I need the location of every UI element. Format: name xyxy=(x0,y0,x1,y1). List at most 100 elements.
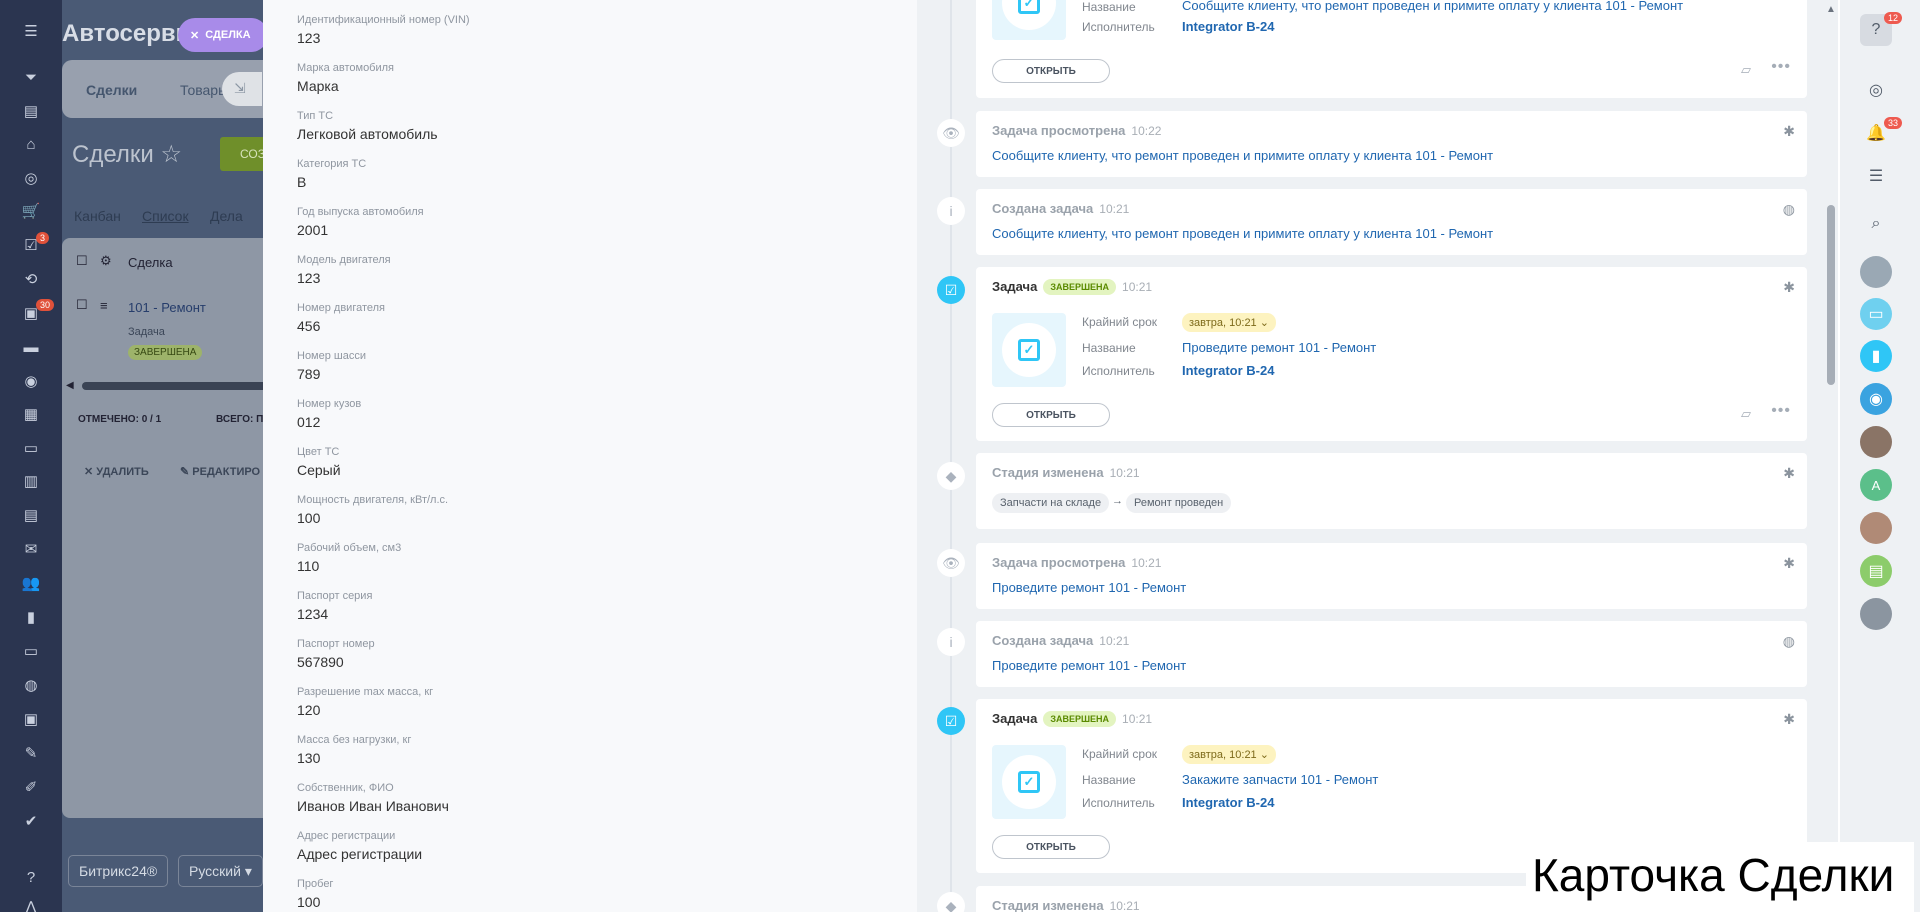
field-value[interactable]: Иванов Иван Иванович xyxy=(297,798,449,814)
field-value[interactable]: 123 xyxy=(297,270,391,286)
field-value[interactable]: 789 xyxy=(297,366,366,382)
messages-icon[interactable]: ▬ xyxy=(20,336,42,358)
field-value[interactable]: Марка xyxy=(297,78,394,94)
board-icon[interactable]: ▥ xyxy=(20,470,42,492)
horizontal-scrollbar[interactable] xyxy=(82,382,272,390)
pen-icon[interactable]: ✐ xyxy=(20,776,42,798)
analytics-icon[interactable]: ▮ xyxy=(20,606,42,628)
executor-link[interactable]: Integrator B-24 xyxy=(1182,795,1274,810)
scroll-left-icon[interactable]: ◀ xyxy=(66,380,74,391)
deal-field: Модель двигателя 123 xyxy=(297,254,391,286)
scroll-up-icon[interactable]: ▲ xyxy=(1826,4,1836,15)
feed-icon[interactable]: ▤ xyxy=(20,100,42,122)
avatar[interactable] xyxy=(1860,598,1892,630)
task-check-icon: ✓ xyxy=(1018,339,1040,361)
mail-icon[interactable]: ✉ xyxy=(20,538,42,560)
bot-icon[interactable]: ◉ xyxy=(1860,383,1892,415)
select-all-checkbox[interactable]: ☐ xyxy=(76,253,88,269)
help-icon[interactable]: ? xyxy=(20,866,42,888)
deadline-badge[interactable]: завтра, 10:21 ⌄ xyxy=(1182,745,1276,764)
deal-link[interactable]: 101 - Ремонт xyxy=(128,300,206,315)
copilot-icon[interactable]: ◎ xyxy=(1860,74,1892,106)
check-circle-icon[interactable]: ✔ xyxy=(20,810,42,832)
settings-icon[interactable]: ⚙ xyxy=(100,253,112,269)
view-list[interactable]: Список xyxy=(142,208,189,224)
star-icon[interactable]: ☆ xyxy=(160,141,182,168)
avatar[interactable] xyxy=(1860,256,1892,288)
task-name-link[interactable]: Проведите ремонт 101 - Ремонт xyxy=(1182,340,1376,355)
avatar[interactable]: A xyxy=(1860,469,1892,501)
field-value[interactable]: 123 xyxy=(297,30,470,46)
docs-icon[interactable]: ▭ xyxy=(20,437,42,459)
note-icon[interactable]: ▱ xyxy=(1741,62,1751,78)
bitrix-logo[interactable]: Битрикс24® xyxy=(68,855,169,887)
scrollbar-thumb[interactable] xyxy=(1827,205,1835,385)
field-value[interactable]: 1234 xyxy=(297,606,372,622)
executor-link[interactable]: Integrator B-24 xyxy=(1182,363,1274,378)
field-value[interactable]: В xyxy=(297,174,366,190)
more-icon[interactable]: ••• xyxy=(1771,58,1791,76)
task-link[interactable]: Сообщите клиенту, что ремонт проведен и … xyxy=(992,226,1493,241)
field-value[interactable]: 456 xyxy=(297,318,385,334)
avatar[interactable] xyxy=(1860,512,1892,544)
open-button[interactable]: ОТКРЫТЬ xyxy=(992,403,1110,427)
field-value[interactable]: Адрес регистрации xyxy=(297,846,422,862)
task-name-link[interactable]: Сообщите клиенту, что ремонт проведен и … xyxy=(1182,0,1683,13)
field-value[interactable]: 110 xyxy=(297,558,401,574)
calendar-icon[interactable]: ▦ xyxy=(20,403,42,425)
search-icon[interactable]: ⌕ xyxy=(1860,208,1892,240)
menu-icon[interactable]: ☰ xyxy=(20,20,42,42)
open-button[interactable]: ОТКРЫТЬ xyxy=(992,835,1110,859)
drive-icon[interactable]: ▤ xyxy=(20,504,42,526)
cart-icon[interactable]: 🛒 xyxy=(20,200,42,222)
view-activities[interactable]: Дела xyxy=(210,208,243,224)
tab-goods[interactable]: Товары xyxy=(180,82,228,98)
language-select[interactable]: Русский ▾ xyxy=(178,855,263,887)
close-deal-tag[interactable]: ✕ СДЕЛКА xyxy=(178,18,268,52)
drag-handle-icon[interactable]: ≡ xyxy=(100,298,108,313)
field-value[interactable]: 120 xyxy=(297,702,433,718)
chat-bubble-icon[interactable]: ☰ xyxy=(1860,160,1892,192)
field-value[interactable]: Серый xyxy=(297,462,341,478)
task-link[interactable]: Сообщите клиенту, что ремонт проведен и … xyxy=(992,148,1493,163)
bookmark-icon[interactable]: ▮ xyxy=(1860,340,1892,372)
field-value[interactable]: 2001 xyxy=(297,222,424,238)
note-icon[interactable]: ▱ xyxy=(1741,406,1751,422)
executor-link[interactable]: Integrator B-24 xyxy=(1182,19,1274,34)
avatar[interactable] xyxy=(1860,426,1892,458)
filter-icon[interactable]: ⏷ xyxy=(20,66,42,88)
row-checkbox[interactable]: ☐ xyxy=(76,297,88,313)
task-link[interactable]: Проведите ремонт 101 - Ремонт xyxy=(992,658,1186,673)
more-icon[interactable]: ••• xyxy=(1771,402,1791,420)
open-lines-icon[interactable]: ▭ xyxy=(1860,298,1892,330)
open-button[interactable]: ОТКРЫТЬ xyxy=(992,59,1110,83)
field-value[interactable]: 130 xyxy=(297,750,411,766)
task-link[interactable]: Проведите ремонт 101 - Ремонт xyxy=(992,580,1186,595)
view-kanban[interactable]: Канбан xyxy=(74,208,121,224)
deadline-badge[interactable]: завтра, 10:21 ⌄ xyxy=(1182,313,1276,332)
box-icon[interactable]: ▣ xyxy=(20,708,42,730)
robot-icon[interactable]: ◍ xyxy=(20,674,42,696)
company-icon[interactable]: ⌂ xyxy=(20,133,42,155)
notes-icon[interactable]: ▤ xyxy=(1860,555,1892,587)
collapse-icon[interactable]: ⇲ xyxy=(222,72,262,106)
deal-field: Номер кузов 012 xyxy=(297,398,361,430)
field-value[interactable]: 567890 xyxy=(297,654,375,670)
disk-icon[interactable]: ◉ xyxy=(20,370,42,392)
field-value[interactable]: Легковой автомобиль xyxy=(297,126,438,142)
timeline-scrollbar[interactable]: ▲ xyxy=(1825,0,1838,912)
target-icon[interactable]: ◎ xyxy=(20,167,42,189)
group-icon[interactable]: 👥 xyxy=(20,572,42,594)
edit-button[interactable]: ✎ РЕДАКТИРО xyxy=(180,465,260,478)
field-label: Разрешение max масса, кг xyxy=(297,686,434,698)
field-value[interactable]: 012 xyxy=(297,414,361,430)
task-name-link[interactable]: Закажите запчасти 101 - Ремонт xyxy=(1182,772,1378,787)
contacts-icon[interactable]: ▭ xyxy=(20,640,42,662)
field-value[interactable]: 100 xyxy=(297,510,448,526)
delete-button[interactable]: ✕ УДАЛИТЬ xyxy=(84,465,149,478)
tab-deals[interactable]: Сделки xyxy=(86,82,137,98)
structure-icon[interactable]: ⋀ xyxy=(20,896,42,912)
field-value[interactable]: 100 xyxy=(297,894,333,910)
edit-list-icon[interactable]: ✎ xyxy=(20,742,42,764)
crm-icon[interactable]: ⟲ xyxy=(20,268,42,290)
